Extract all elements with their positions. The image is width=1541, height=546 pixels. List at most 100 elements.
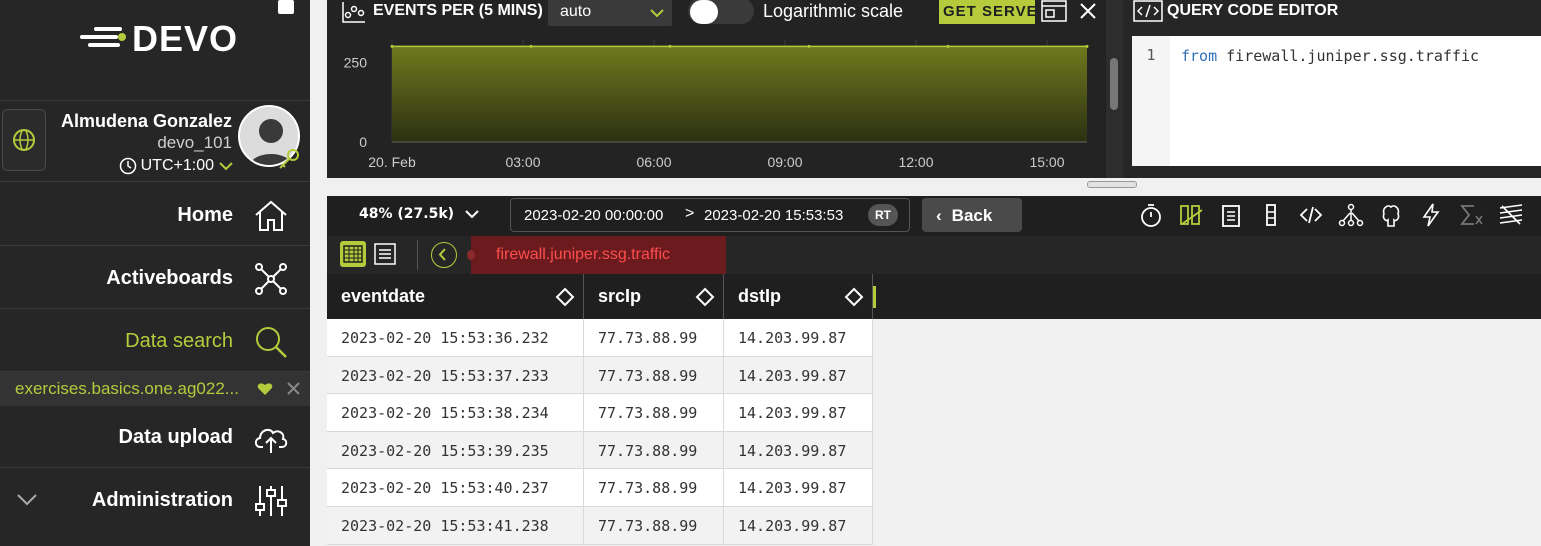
chart-title: EVENTS PER (5 MINS) [373,2,543,19]
data-point[interactable] [1085,44,1089,48]
code-editor[interactable]: 1 from firewall.juniper.ssg.traffic [1132,36,1541,166]
toolbar-actions [1137,200,1524,230]
sigma-function-icon[interactable] [1457,200,1484,230]
chart-scrollbar[interactable] [1106,0,1123,178]
table-cell: 2023-02-20 15:53:38.234 [327,394,584,432]
code-window-icon[interactable] [1297,200,1324,230]
nav-administration[interactable]: Administration [0,469,310,531]
tab-query[interactable]: firewall.juniper.ssg.traffic [467,236,726,274]
query-tabs-row: firewall.juniper.ssg.traffic [327,236,1541,274]
columns-visibility-icon[interactable] [1177,200,1204,230]
lightning-icon[interactable] [1417,200,1444,230]
column-header-dstip[interactable]: dstIp [724,274,873,319]
nav-activeboards-label: Activeboards [106,267,233,289]
sample-selector[interactable]: 48% (27.5k) [359,206,479,222]
y-tick-label: 0 [359,134,367,150]
timezone-label: UTC+1:00 [140,157,214,174]
splitter-grip[interactable] [1087,181,1137,188]
table-row[interactable]: 2023-02-20 15:53:36.232 77.73.88.99 14.203… [327,319,873,357]
x-tick-label: 20. Feb [368,154,416,170]
devo-logo-icon [80,27,126,47]
chevron-down-icon [219,162,233,171]
area-series-fill[interactable] [392,46,1087,142]
date-range-selector[interactable]: 2023-02-20 00:00:00 > 2023-02-20 15:53:5… [510,198,910,232]
log-scale-toggle[interactable] [688,0,754,24]
table-row[interactable]: 2023-02-20 15:53:37.233 77.73.88.99 14.203… [327,356,873,395]
stack-layers-icon[interactable] [1497,200,1524,230]
nav-activeboards[interactable]: Activeboards [0,247,310,309]
scrollbar-thumb[interactable] [1110,58,1118,110]
x-tick-label: 09:00 [767,154,802,170]
previous-tab-button[interactable] [431,242,457,268]
tree-icon[interactable] [1337,200,1364,230]
x-tick-label: 06:00 [636,154,671,170]
table-row[interactable]: 2023-02-20 15:53:41.238 77.73.88.99 14.203… [327,507,873,545]
chevron-down-icon[interactable] [16,492,38,508]
realtime-badge[interactable]: RT [868,204,898,226]
range-arrow: > [685,205,695,222]
column-resize-handle[interactable] [873,286,876,308]
table-view-button[interactable] [340,241,366,267]
column-icon[interactable] [1257,200,1284,230]
back-button[interactable]: ‹ Back [922,198,1022,232]
tab-query-label: firewall.juniper.ssg.traffic [496,246,670,263]
table-row[interactable]: 2023-02-20 15:53:39.235 77.73.88.99 14.203… [327,431,873,470]
window-icon[interactable] [1041,0,1067,22]
column-header-srcip[interactable]: srcIp [584,274,724,319]
raw-view-button[interactable] [372,241,398,267]
clock-icon [119,157,136,175]
data-point[interactable] [946,44,950,48]
table-cell: 14.203.99.87 [724,394,873,432]
data-point[interactable] [668,44,672,48]
table-row[interactable]: 2023-02-20 15:53:38.234 77.73.88.99 14.203… [327,394,873,432]
close-icon[interactable] [287,382,300,395]
table-cell: 77.73.88.99 [584,394,724,432]
clipboard-icon[interactable] [1217,200,1244,230]
panel-splitter[interactable] [327,178,1541,196]
brand-name: DEVO [132,18,239,59]
table-cell: 14.203.99.87 [724,469,873,507]
events-chart[interactable]: 0 250 20. Feb 03:00 06:00 09:00 12:00 15:00 [327,30,1105,176]
table-header: eventdate srcIp dstIp [327,274,1541,319]
column-header-label: dstIp [738,286,781,306]
table-cell: 14.203.99.87 [724,319,873,357]
nav-data-upload[interactable]: Data upload [0,406,310,468]
nav-home[interactable]: Home [0,184,310,246]
data-point[interactable] [390,44,394,48]
user-domain: devo_101 [157,133,232,152]
table-cell: 2023-02-20 15:53:41.238 [327,507,584,545]
column-header-eventdate[interactable]: eventdate [327,274,584,319]
sort-icon[interactable] [695,287,715,307]
chart-line-icon [342,2,365,23]
org-switch-button[interactable] [2,109,46,171]
brain-icon[interactable] [1377,200,1404,230]
stopwatch-icon[interactable] [1137,200,1164,230]
interval-value: auto [560,3,592,20]
grid-icon [343,245,363,263]
sort-icon[interactable] [555,287,575,307]
data-point[interactable] [529,44,533,48]
sample-label: 48% (27.5k) [359,206,455,222]
lock-icon[interactable] [278,0,294,14]
get-server-button[interactable]: GET SERVE [939,0,1035,24]
heart-icon[interactable] [257,381,273,396]
data-point[interactable] [807,44,811,48]
devo-logo[interactable]: DEVO [80,18,238,60]
interval-select[interactable]: auto [548,0,672,26]
close-icon[interactable] [1079,2,1097,20]
nav-home-label: Home [177,204,233,226]
nav-data-search[interactable]: Data search [0,310,310,372]
nav-data-upload-label: Data upload [118,426,233,448]
range-from: 2023-02-20 00:00:00 [524,207,664,224]
table-cell: 14.203.99.87 [724,507,873,545]
y-tick-label: 250 [344,54,368,70]
range-to: 2023-02-20 15:53:53 [704,207,844,224]
table-row[interactable]: 2023-02-20 15:53:40.237 77.73.88.99 14.203… [327,469,873,507]
timezone-selector[interactable]: UTC+1:00 [119,157,234,175]
table-cell: 2023-02-20 15:53:37.233 [327,356,584,395]
table-cell: 2023-02-20 15:53:39.235 [327,431,584,470]
sort-icon[interactable] [844,287,864,307]
sub-item-query[interactable]: exercises.basics.one.ag022... [0,372,310,406]
key-icon[interactable] [277,147,301,171]
column-header-label: eventdate [341,286,426,306]
